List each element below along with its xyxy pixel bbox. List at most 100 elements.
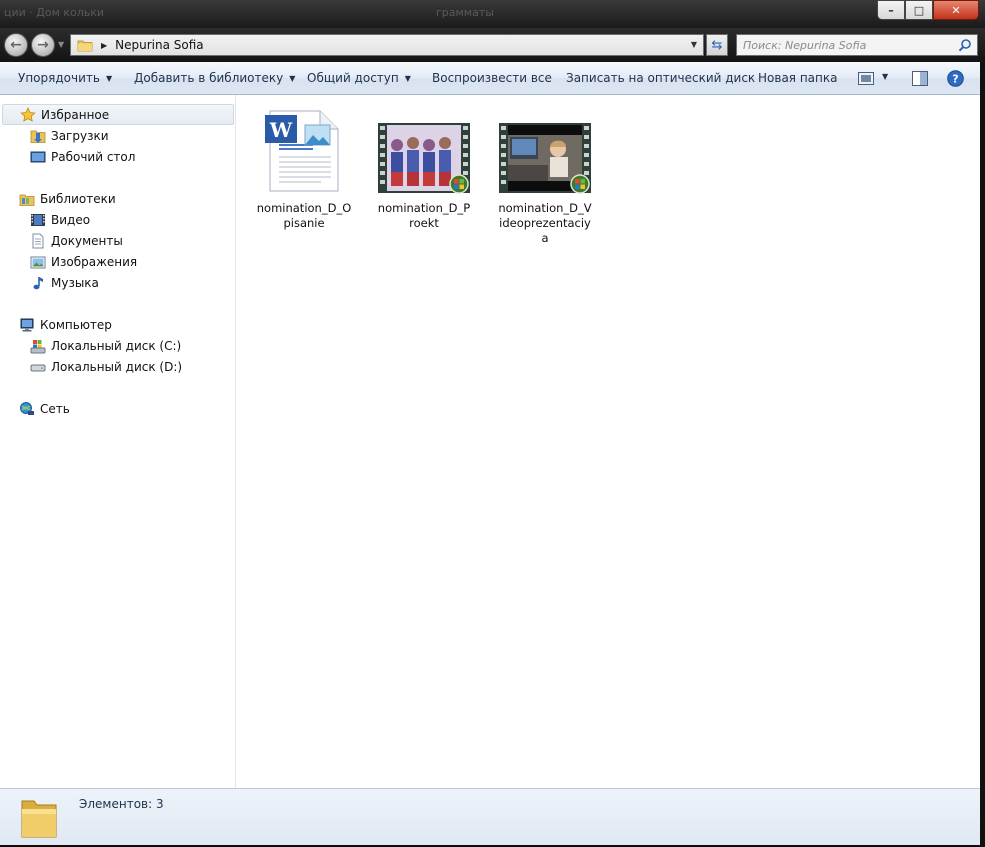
- nav-item-video[interactable]: Видео: [0, 209, 234, 230]
- background-window-text-2: грамматы: [436, 6, 494, 19]
- window-border: [980, 62, 985, 847]
- breadcrumb-separator-icon[interactable]: ▶: [101, 41, 107, 50]
- libraries-icon: [19, 194, 35, 206]
- refresh-button[interactable]: ⇆: [706, 34, 728, 56]
- folder-icon: [21, 800, 57, 838]
- nav-label-disk-d: Локальный диск (D:): [51, 359, 183, 374]
- nav-item-music[interactable]: Музыка: [0, 272, 234, 293]
- back-button[interactable]: ←: [4, 33, 28, 57]
- network-icon: [20, 401, 34, 415]
- nav-label-desktop: Рабочий стол: [51, 149, 136, 164]
- nav-label-documents: Документы: [51, 233, 123, 248]
- background-window-text: ции · Дом кольки: [4, 6, 105, 19]
- video-file-icon: [375, 105, 473, 195]
- nav-label-video: Видео: [51, 212, 91, 227]
- organize-label: Упорядочить: [18, 71, 100, 85]
- forward-button[interactable]: →: [31, 33, 55, 57]
- navigation-pane[interactable]: Избранное Загрузки Рабочий стол Библиоте…: [0, 95, 236, 788]
- svg-text:W: W: [269, 118, 293, 142]
- search-input[interactable]: [743, 36, 953, 54]
- nav-item-disk-c[interactable]: Локальный диск (C:): [0, 335, 234, 356]
- minimize-button[interactable]: –: [877, 0, 905, 20]
- play-all-button[interactable]: Воспроизвести все: [432, 71, 552, 85]
- music-note-icon: [33, 276, 43, 289]
- share-label: Общий доступ: [307, 71, 399, 85]
- nav-label-network: Сеть: [40, 401, 70, 416]
- organize-button[interactable]: Упорядочить ▼: [18, 71, 112, 85]
- nav-item-downloads[interactable]: Загрузки: [0, 125, 234, 146]
- folder-icon: [77, 39, 93, 52]
- documents-icon: [32, 233, 44, 248]
- title-bar[interactable]: ции · Дом кольки грамматы – □ ✕: [0, 0, 985, 28]
- forward-arrow-icon: →: [37, 37, 49, 53]
- computer-icon: [20, 318, 34, 331]
- nav-item-documents[interactable]: Документы: [0, 230, 234, 251]
- star-icon: [20, 106, 36, 122]
- nav-label-libraries: Библиотеки: [40, 191, 116, 206]
- nav-label-downloads: Загрузки: [51, 128, 109, 143]
- nav-item-computer[interactable]: Компьютер: [0, 314, 234, 335]
- word-document-icon: W: [255, 105, 353, 195]
- video-file-icon: [496, 105, 594, 195]
- play-all-label: Воспроизвести все: [432, 71, 552, 85]
- breadcrumb-current-folder[interactable]: Nepurina Sofia: [115, 38, 204, 52]
- share-button[interactable]: Общий доступ ▼: [307, 71, 411, 85]
- pictures-icon: [30, 256, 46, 268]
- nav-item-desktop[interactable]: Рабочий стол: [0, 146, 234, 167]
- file-name: nomination_D_Opisanie: [256, 201, 352, 230]
- add-to-library-label: Добавить в библиотеку: [134, 71, 284, 85]
- close-button[interactable]: ✕: [933, 0, 979, 20]
- desktop-icon: [30, 151, 46, 162]
- file-name: nomination_D_Videoprezentaciya: [498, 201, 592, 245]
- chevron-down-icon: ▼: [105, 73, 113, 83]
- help-button[interactable]: ?: [947, 70, 964, 90]
- nav-label-images: Изображения: [51, 254, 138, 269]
- address-row: ← → ▼ ▶ Nepurina Sofia ▼ ⇆: [0, 28, 985, 62]
- details-pane: Элементов: 3: [0, 788, 980, 845]
- back-arrow-icon: ←: [10, 37, 22, 53]
- nav-label-computer: Компьютер: [40, 317, 112, 332]
- nav-label-favorites: Избранное: [41, 107, 110, 122]
- preview-pane-icon: [912, 71, 928, 86]
- downloads-folder-icon: [30, 130, 46, 143]
- preview-pane-button[interactable]: [912, 71, 928, 89]
- content-area: Избранное Загрузки Рабочий стол Библиоте…: [0, 95, 980, 788]
- add-to-library-button[interactable]: Добавить в библиотеку ▼: [134, 71, 295, 85]
- nav-label-disk-c: Локальный диск (C:): [51, 338, 182, 353]
- search-box: [736, 34, 978, 56]
- system-drive-icon: [30, 339, 46, 353]
- drive-icon: [30, 364, 46, 371]
- recent-pages-dropdown-icon[interactable]: ▼: [58, 40, 64, 49]
- chevron-down-icon: ▼: [404, 73, 411, 83]
- nav-item-network[interactable]: Сеть: [0, 398, 234, 419]
- caption-buttons: – □ ✕: [877, 0, 979, 20]
- maximize-button[interactable]: □: [905, 0, 933, 20]
- new-folder-label: Новая папка: [758, 71, 838, 85]
- change-view-button[interactable]: [858, 72, 874, 88]
- close-icon: ✕: [951, 3, 961, 17]
- svg-text:?: ?: [952, 73, 958, 86]
- file-item[interactable]: nomination_D_Proekt: [375, 105, 473, 235]
- file-name: nomination_D_Proekt: [377, 201, 471, 230]
- view-options-dropdown-icon[interactable]: ▼: [882, 72, 888, 81]
- address-history-dropdown-icon[interactable]: ▼: [691, 40, 697, 49]
- burn-to-disc-label: Записать на оптический диск: [566, 71, 756, 85]
- video-library-icon: [31, 213, 45, 226]
- file-item[interactable]: W nomination_D_Opisanie: [255, 105, 353, 235]
- refresh-icon: ⇆: [711, 37, 723, 53]
- command-bar: Упорядочить ▼ Добавить в библиотеку ▼ Общи…: [0, 62, 980, 95]
- nav-item-images[interactable]: Изображения: [0, 251, 234, 272]
- nav-item-libraries[interactable]: Библиотеки: [0, 188, 234, 209]
- new-folder-button[interactable]: Новая папка: [758, 71, 837, 85]
- explorer-window: ции · Дом кольки грамматы – □ ✕ ← → ▼ ▶ …: [0, 0, 985, 847]
- address-bar[interactable]: ▶ Nepurina Sofia ▼: [70, 34, 704, 56]
- file-item[interactable]: nomination_D_Videoprezentaciya: [496, 105, 594, 245]
- chevron-down-icon: ▼: [289, 73, 296, 83]
- nav-item-favorites[interactable]: Избранное: [2, 104, 234, 125]
- search-icon[interactable]: [958, 38, 972, 52]
- burn-to-disc-button[interactable]: Записать на оптический диск: [566, 71, 755, 85]
- nav-item-disk-d[interactable]: Локальный диск (D:): [0, 356, 234, 377]
- view-icon: [858, 72, 874, 85]
- nav-label-music: Музыка: [51, 275, 99, 290]
- file-list[interactable]: W nomination_D_Opisanie nomination_D_Pro…: [237, 95, 980, 788]
